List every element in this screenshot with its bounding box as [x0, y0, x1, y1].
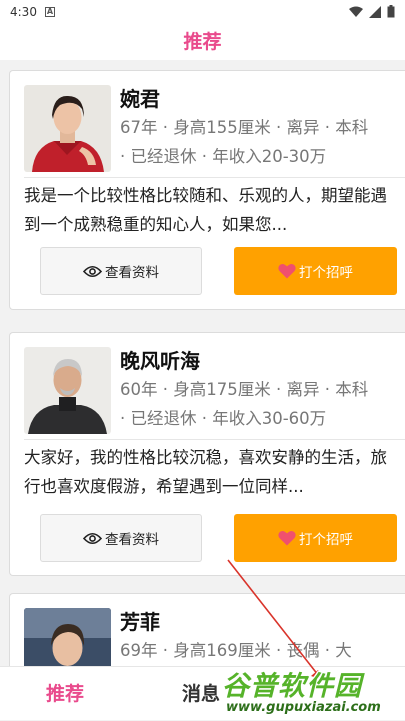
- profile-photo[interactable]: [24, 85, 111, 172]
- say-hi-label: 打个招呼: [299, 265, 353, 281]
- watermark-title: 谷普软件园: [222, 671, 362, 702]
- view-profile-label: 查看资料: [105, 532, 159, 548]
- notification-a-icon: A: [44, 7, 55, 17]
- card-divider: [24, 177, 405, 178]
- view-profile-button[interactable]: 查看资料: [40, 247, 202, 295]
- wifi-icon: [349, 6, 363, 17]
- eye-icon: [83, 265, 102, 277]
- profile-meta: 60年 · 身高175厘米 · 离异 · 本科 · 已经退休 · 年收入30-6…: [120, 380, 369, 428]
- tab-messages[interactable]: 消息: [182, 667, 220, 721]
- tab-recommend[interactable]: 推荐: [46, 667, 84, 721]
- profile-bio: 我是一个比较性格比较随和、乐观的人，期望能遇到一个成熟稳重的知心人，如果您...: [24, 186, 387, 234]
- profile-meta: 67年 · 身高155厘米 · 离异 · 本科 · 已经退休 · 年收入20-3…: [120, 118, 369, 166]
- profile-card[interactable]: 晚风听海 60年 · 身高175厘米 · 离异 · 本科 · 已经退休 · 年收…: [9, 332, 405, 576]
- view-profile-label: 查看资料: [105, 265, 159, 281]
- say-hi-button[interactable]: 打个招呼: [234, 514, 397, 562]
- profile-feed[interactable]: 婉君 67年 · 身高155厘米 · 离异 · 本科 · 已经退休 · 年收入2…: [0, 60, 405, 666]
- profile-meta: 69年 · 身高169厘米 · 丧偶 · 大: [120, 641, 352, 660]
- profile-card[interactable]: 婉君 67年 · 身高155厘米 · 离异 · 本科 · 已经退休 · 年收入2…: [9, 70, 405, 310]
- profile-card[interactable]: 芳菲 69年 · 身高169厘米 · 丧偶 · 大: [9, 593, 405, 666]
- watermark-url: www.gupuxiazai.com: [226, 700, 381, 715]
- profile-name: 晚风听海: [120, 349, 200, 373]
- profile-photo[interactable]: [24, 347, 111, 434]
- say-hi-button[interactable]: 打个招呼: [234, 247, 397, 295]
- eye-icon: [83, 532, 102, 544]
- profile-photo[interactable]: [24, 608, 111, 666]
- say-hi-label: 打个招呼: [299, 532, 353, 548]
- battery-icon: [387, 5, 395, 18]
- card-divider: [24, 439, 405, 440]
- heart-icon: [278, 531, 296, 546]
- profile-name: 婉君: [120, 87, 160, 111]
- status-bar: 4:30 A: [0, 0, 405, 24]
- profile-bio: 大家好，我的性格比较沉稳，喜欢安静的生活，旅行也喜欢度假游，希望遇到一位同样..…: [24, 448, 387, 496]
- signal-icon: [369, 5, 381, 18]
- watermark-logo: 谷普软件园 www.gupuxiazai.com: [222, 662, 402, 720]
- status-time: 4:30: [10, 5, 37, 19]
- profile-name: 芳菲: [120, 610, 160, 634]
- page-title: 推荐: [0, 24, 405, 60]
- view-profile-button[interactable]: 查看资料: [40, 514, 202, 562]
- heart-icon: [278, 264, 296, 279]
